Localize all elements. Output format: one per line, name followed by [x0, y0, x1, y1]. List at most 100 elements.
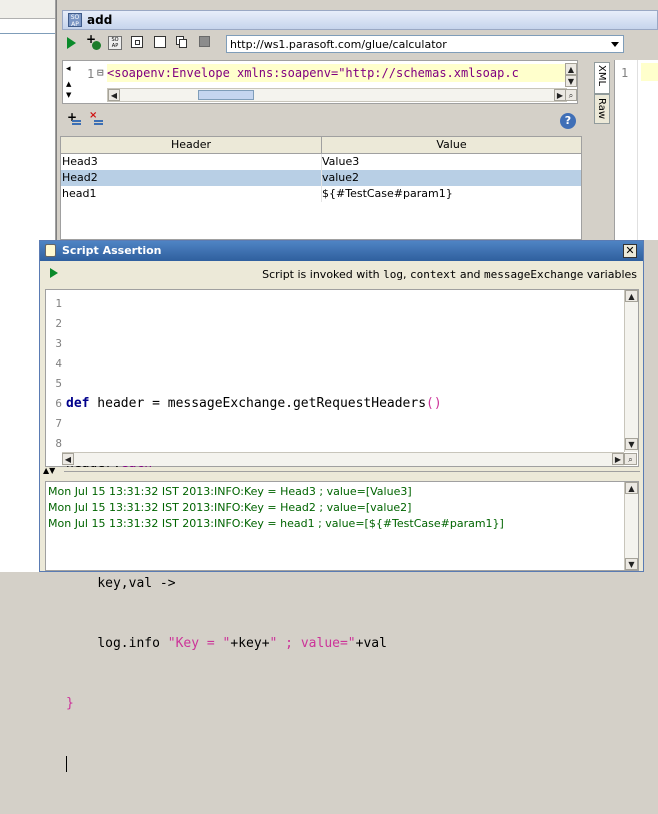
copy-button[interactable] [176, 36, 188, 48]
code-string: " ; value=" [269, 636, 356, 651]
var-context: context [409, 268, 457, 281]
tab-xml-label: XML [596, 65, 607, 87]
xml-hscroll-thumb[interactable] [198, 90, 254, 100]
info-prefix: Script is invoked with [262, 268, 384, 281]
navigator-header-bar [0, 0, 55, 19]
line-number: 5 [55, 377, 62, 390]
column-grid-line [321, 154, 322, 202]
line-number: 4 [55, 357, 62, 370]
script-zoom-icon[interactable]: ⌕ [624, 453, 637, 465]
line-number: 8 [55, 437, 62, 450]
xml-hscrollbar[interactable]: ◀ ▶ [107, 88, 567, 102]
editor-down-arrow[interactable]: ▼ [66, 91, 71, 99]
run-button[interactable] [67, 37, 76, 49]
info-suffix: variables [583, 268, 637, 281]
editor-up-arrow[interactable]: ▲ [66, 80, 71, 88]
code-text: +val [355, 636, 387, 651]
close-button[interactable]: ✕ [623, 244, 637, 258]
code-line-7: } [66, 694, 621, 714]
request-title: add [87, 13, 113, 27]
tab-xml[interactable]: XML [594, 62, 610, 94]
log-vscrollbar[interactable]: ▲ ▼ [624, 482, 638, 570]
code-paren: () [426, 396, 442, 411]
headers-toolbar: + × ? [62, 110, 582, 134]
script-icon [45, 244, 56, 257]
column-header-value[interactable]: Value [322, 138, 581, 151]
code-text: header = messageExchange.getRequestHeade… [89, 396, 427, 411]
fold-toggle-icon[interactable]: ⊟ [97, 66, 104, 79]
splitter-line[interactable] [64, 471, 640, 472]
splitter-arrows[interactable]: ▲▼ [43, 467, 55, 475]
response-editor[interactable]: 1 [614, 60, 658, 240]
response-line-number: 1 [621, 66, 629, 80]
log-line: Mon Jul 15 13:31:32 IST 2013:INFO:Key = … [48, 517, 504, 530]
script-scroll-right[interactable]: ▶ [612, 453, 624, 465]
xml-scroll-up-button[interactable]: ▲ [565, 63, 577, 75]
remove-header-button[interactable]: × [88, 110, 104, 128]
stop-box-button[interactable] [154, 36, 166, 48]
help-icon[interactable]: ? [560, 113, 576, 129]
add-assertion-button[interactable]: + [86, 32, 102, 51]
log-scroll-down[interactable]: ▼ [625, 558, 638, 570]
header-cell[interactable]: head1 [62, 187, 96, 200]
dialog-title: Script Assertion [62, 244, 162, 257]
log-area[interactable]: Mon Jul 15 13:31:32 IST 2013:INFO:Key = … [45, 481, 639, 571]
chevron-down-icon[interactable] [611, 42, 619, 47]
script-scroll-down[interactable]: ▼ [625, 438, 638, 450]
value-cell[interactable]: value2 [322, 171, 359, 184]
text-cursor [66, 755, 67, 772]
tab-raw[interactable]: Raw [594, 94, 610, 124]
log-scroll-up[interactable]: ▲ [625, 482, 638, 494]
script-hscrollbar[interactable]: ◀ ▶ [62, 452, 624, 466]
zoom-icon[interactable]: ⌕ [565, 89, 577, 101]
value-cell[interactable]: ${#TestCase#param1} [322, 187, 453, 200]
response-gutter-divider [637, 60, 638, 240]
var-messageexchange: messageExchange [484, 268, 584, 281]
remove-lines-icon [94, 120, 103, 125]
line-numbers-gutter: 1 2 3 4 5 6 7 8 [48, 294, 62, 454]
info-sep1: , [402, 268, 410, 281]
endpoint-value: http://ws1.parasoft.com/glue/calculator [230, 38, 447, 51]
code-line-2: def header = messageExchange.getRequestH… [66, 394, 621, 414]
soap-request-icon: SO AP [68, 13, 82, 28]
add-header-button[interactable]: + [66, 110, 82, 128]
code-text: +key+ [230, 636, 270, 651]
xml-editor[interactable]: ◂ ▲ ▼ 1 ⊟ <soapenv:Envelope xmlns:soapen… [62, 60, 578, 104]
run-script-button[interactable] [50, 268, 58, 278]
column-header-header[interactable]: Header [61, 138, 321, 151]
dialog-title-bar: Script Assertion ✕ [40, 241, 643, 261]
line-number: 6 [55, 397, 62, 410]
xml-line-text: <soapenv:Envelope xmlns:soapenv="http://… [107, 66, 519, 80]
code-line-6: log.info "Key = "+key+" ; value="+val [66, 634, 621, 654]
tab-raw-label: Raw [596, 98, 607, 120]
create-request-button[interactable]: SO AP [108, 36, 122, 50]
endpoint-select[interactable]: http://ws1.parasoft.com/glue/calculator [226, 35, 624, 53]
cancel-button[interactable] [199, 36, 210, 47]
code-line-5: key,val -> [66, 574, 621, 594]
code-text: log.info [97, 636, 168, 651]
clone-button[interactable] [131, 36, 143, 48]
xml-line-number: 1 [87, 67, 95, 81]
editor-options-arrow[interactable]: ◂ [66, 64, 78, 76]
header-cell[interactable]: Head3 [62, 155, 98, 168]
script-scroll-left[interactable]: ◀ [62, 453, 74, 465]
script-vscrollbar[interactable]: ▲ ▼ [624, 290, 638, 452]
copy-front-icon [179, 39, 187, 48]
close-icon: ✕ [625, 244, 635, 257]
code-string: "Key = " [167, 636, 231, 651]
log-line: Mon Jul 15 13:31:32 IST 2013:INFO:Key = … [48, 485, 412, 498]
code-brace: } [66, 696, 74, 711]
xml-scroll-down-button[interactable]: ▼ [565, 75, 577, 87]
var-log: log [383, 268, 403, 281]
header-cell[interactable]: Head2 [62, 171, 98, 184]
value-cell[interactable]: Value3 [322, 155, 359, 168]
response-current-line [641, 63, 658, 81]
scroll-left-button[interactable]: ◀ [108, 89, 120, 101]
script-scroll-up[interactable]: ▲ [625, 290, 638, 302]
line-number: 7 [55, 417, 62, 430]
run-green-icon [92, 41, 101, 50]
script-editor[interactable]: 1 2 3 4 5 6 7 8 def header = messageExch… [45, 289, 639, 772]
code-text: key,val -> [97, 576, 176, 591]
code-line-8 [66, 754, 621, 774]
